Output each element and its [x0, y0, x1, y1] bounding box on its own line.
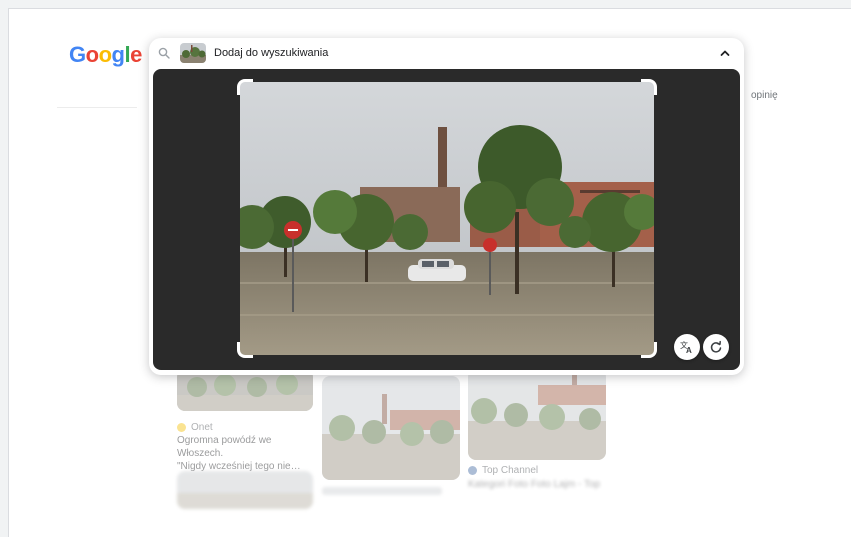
result-title-placeholder — [322, 487, 442, 495]
source-name: Top Channel — [482, 465, 539, 476]
result-thumbnail[interactable] — [177, 369, 313, 411]
query-image-thumbnail[interactable] — [180, 43, 206, 63]
search-bar[interactable]: Dodaj do wyszukiwania — [149, 38, 744, 70]
rotate-button[interactable] — [703, 334, 729, 360]
image-viewer: 文 A — [153, 69, 740, 370]
result-thumbnail[interactable] — [177, 471, 313, 509]
search-input[interactable]: Dodaj do wyszukiwania — [214, 47, 328, 59]
source-favicon — [177, 423, 186, 432]
results-page: Google opinię Onet Ogromna powódź we Wło… — [8, 8, 851, 537]
chevron-up-icon[interactable] — [719, 48, 731, 58]
crop-handle[interactable] — [237, 79, 253, 95]
result-source[interactable]: Top Channel — [468, 465, 538, 476]
crop-handle[interactable] — [641, 79, 657, 95]
crop-selection[interactable] — [237, 79, 657, 358]
translate-button[interactable]: 文 A — [674, 334, 700, 360]
result-source[interactable]: Onet — [177, 422, 213, 433]
result-title[interactable]: Ogromna powódź we Włoszech. "Nigdy wcześ… — [177, 434, 317, 473]
search-icon — [158, 47, 170, 59]
result-title-line: Kategori Foto Foto Lajm - Top — [468, 479, 601, 490]
image-search-popup: Dodaj do wyszukiwania 文 A — [149, 38, 744, 375]
translate-icon: 文 A — [680, 340, 692, 354]
crop-handle[interactable] — [237, 342, 253, 358]
source-name: Onet — [191, 422, 213, 433]
svg-text:A: A — [686, 346, 692, 354]
rotate-icon — [710, 340, 722, 353]
result-thumbnail[interactable] — [322, 376, 460, 480]
source-favicon — [468, 466, 477, 475]
result-title-line: Ogromna powódź we Włoszech. — [177, 435, 272, 459]
crop-handle[interactable] — [641, 342, 657, 358]
flood-photo — [240, 82, 654, 355]
result-thumbnail[interactable] — [468, 369, 606, 460]
result-title[interactable]: Kategori Foto Foto Lajm - Top — [468, 478, 608, 491]
